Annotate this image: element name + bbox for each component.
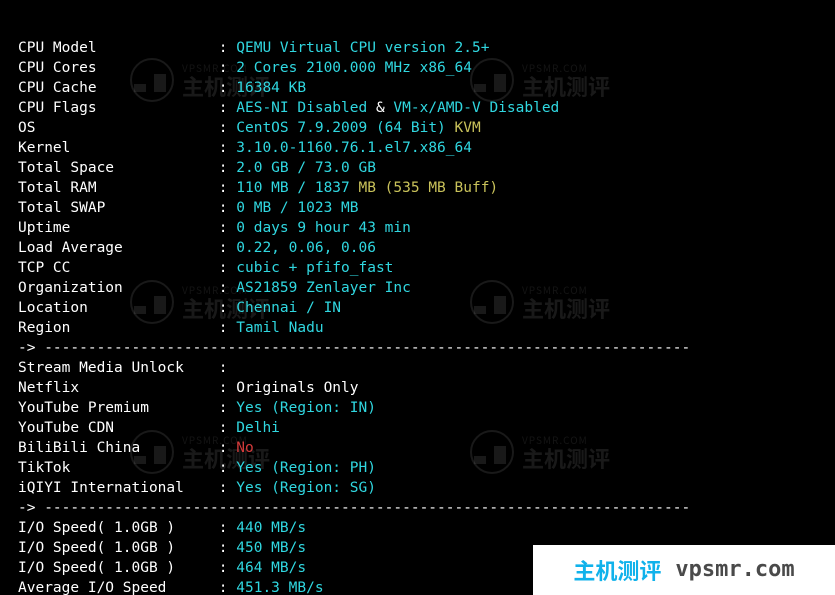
value-io-speed-2: 450 MB/s — [236, 540, 306, 556]
value-os-virt: KVM — [446, 120, 481, 136]
label-region: Region — [18, 320, 219, 336]
label-total-space: Total Space — [18, 160, 219, 176]
value-region: Tamil Nadu — [236, 320, 323, 336]
label-kernel: Kernel — [18, 140, 219, 156]
label-cpu-cache: CPU Cache — [18, 80, 219, 96]
label-io-speed-3: I/O Speed( 1.0GB ) — [18, 560, 219, 576]
value-total-ram-b: MB (535 MB Buff) — [358, 180, 498, 196]
value-organization: AS21859 Zenlayer Inc — [236, 280, 411, 296]
label-tcp-cc: TCP CC — [18, 260, 219, 276]
label-youtube-cdn: YouTube CDN — [18, 420, 219, 436]
label-avg-io-speed: Average I/O Speed — [18, 580, 219, 595]
banner-cn: 主机测评 — [573, 560, 661, 580]
value-cpu-cache: 16384 KB — [236, 80, 306, 96]
label-io-speed-2: I/O Speed( 1.0GB ) — [18, 540, 219, 556]
value-netflix: Originals Only — [236, 380, 358, 396]
label-total-swap: Total SWAP — [18, 200, 219, 216]
terminal-output: CPU Model : QEMU Virtual CPU version 2.5… — [0, 0, 835, 595]
value-total-swap: 0 MB / 1023 MB — [236, 200, 358, 216]
value-io-speed-3: 464 MB/s — [236, 560, 306, 576]
value-cpu-model: QEMU Virtual CPU version 2.5+ — [236, 40, 489, 56]
label-load-average: Load Average — [18, 240, 219, 256]
value-youtube-cdn: Delhi — [236, 420, 280, 436]
footer-banner: 主机测评 vpsmr.com — [533, 545, 835, 595]
label-tiktok: TikTok — [18, 460, 219, 476]
value-youtube-premium: Yes (Region: IN) — [236, 400, 376, 416]
divider: -> -------------------------------------… — [18, 340, 690, 356]
value-total-space: 2.0 GB / 73.0 GB — [236, 160, 376, 176]
value-location: Chennai / IN — [236, 300, 341, 316]
value-avg-io-speed: 451.3 MB/s — [236, 580, 323, 595]
value-io-speed-1: 440 MB/s — [236, 520, 306, 536]
banner-en: vpsmr.com — [675, 560, 794, 580]
label-os: OS — [18, 120, 219, 136]
value-bilibili-china: No — [236, 440, 253, 456]
label-location: Location — [18, 300, 219, 316]
value-tiktok: Yes (Region: PH) — [236, 460, 376, 476]
label-stream-media-unlock: Stream Media Unlock — [18, 360, 219, 376]
label-netflix: Netflix — [18, 380, 219, 396]
value-cpu-cores: 2 Cores 2100.000 MHz x86_64 — [236, 60, 472, 76]
value-uptime: 0 days 9 hour 43 min — [236, 220, 411, 236]
label-io-speed-1: I/O Speed( 1.0GB ) — [18, 520, 219, 536]
label-iqiyi-intl: iQIYI International — [18, 480, 219, 496]
divider: -> -------------------------------------… — [18, 500, 690, 516]
value-tcp-cc: cubic + pfifo_fast — [236, 260, 393, 276]
label-total-ram: Total RAM — [18, 180, 219, 196]
label-youtube-premium: YouTube Premium — [18, 400, 219, 416]
label-organization: Organization — [18, 280, 219, 296]
label-cpu-model: CPU Model — [18, 40, 219, 56]
value-cpu-flags-a: AES-NI Disabled — [236, 100, 367, 116]
value-load-average: 0.22, 0.06, 0.06 — [236, 240, 376, 256]
label-uptime: Uptime — [18, 220, 219, 236]
value-total-ram-a: 110 MB / 1837 — [236, 180, 358, 196]
label-cpu-cores: CPU Cores — [18, 60, 219, 76]
value-os: CentOS 7.9.2009 (64 Bit) — [236, 120, 446, 136]
value-cpu-flags-b: VM-x/AMD-V Disabled — [393, 100, 559, 116]
label-cpu-flags: CPU Flags — [18, 100, 219, 116]
value-kernel: 3.10.0-1160.76.1.el7.x86_64 — [236, 140, 472, 156]
value-iqiyi-intl: Yes (Region: SG) — [236, 480, 376, 496]
label-bilibili-china: BiliBili China — [18, 440, 219, 456]
